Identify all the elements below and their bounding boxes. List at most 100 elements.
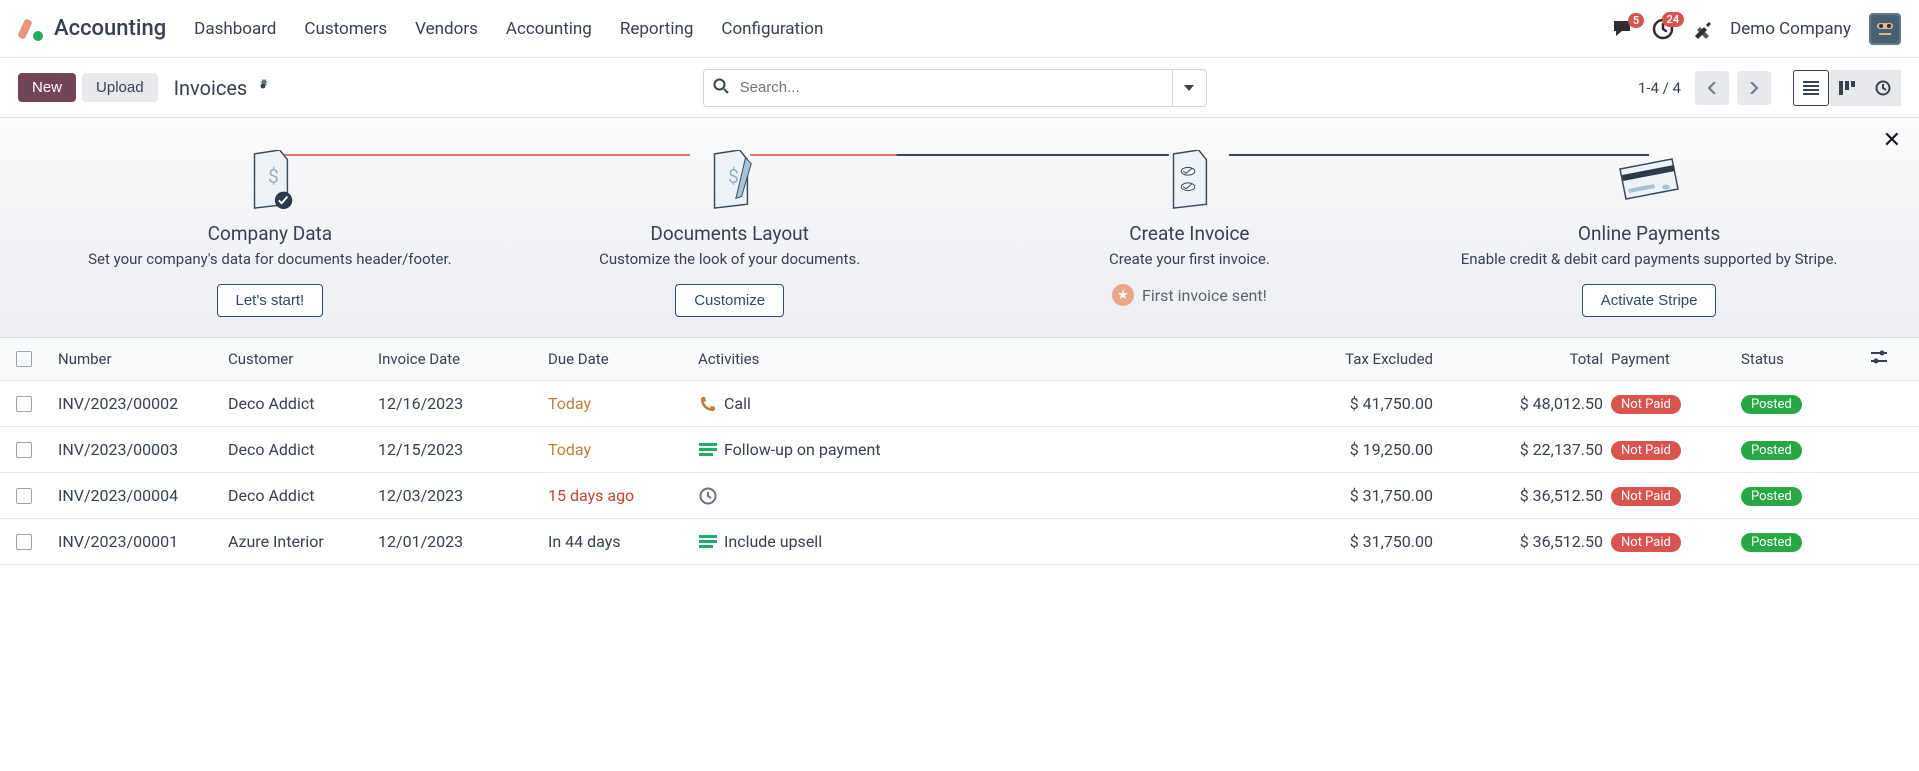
activities-icon[interactable]: 24 xyxy=(1652,18,1674,40)
user-avatar[interactable] xyxy=(1869,13,1901,45)
pager-prev[interactable] xyxy=(1695,71,1729,105)
cell-tax-excluded: $ 31,750.00 xyxy=(1271,486,1441,505)
onboard-desc: Create your first invoice. xyxy=(980,249,1400,270)
tools-icon[interactable] xyxy=(1692,19,1712,39)
col-status[interactable]: Status xyxy=(1741,350,1871,368)
nav-links: Dashboard Customers Vendors Accounting R… xyxy=(194,19,823,39)
payment-badge: Not Paid xyxy=(1611,441,1681,460)
table-row[interactable]: INV/2023/00002Deco Addict12/16/2023Today… xyxy=(0,381,1919,427)
col-tax-excluded[interactable]: Tax Excluded xyxy=(1271,350,1441,368)
cell-activities[interactable]: Call xyxy=(698,394,1271,413)
cell-number: INV/2023/00001 xyxy=(58,532,228,551)
view-kanban[interactable] xyxy=(1829,70,1865,106)
customize-button[interactable]: Customize xyxy=(675,284,784,317)
col-number[interactable]: Number xyxy=(58,350,228,368)
nav-reporting[interactable]: Reporting xyxy=(620,19,694,39)
lets-start-button[interactable]: Let's start! xyxy=(217,284,324,317)
cell-total: $ 22,137.50 xyxy=(1441,440,1611,459)
activities-badge: 24 xyxy=(1662,12,1685,27)
row-checkbox[interactable] xyxy=(16,442,32,458)
table-row[interactable]: INV/2023/00004Deco Addict12/03/202315 da… xyxy=(0,473,1919,519)
bars-green-icon xyxy=(698,443,718,457)
document-pencil-icon: $ xyxy=(520,142,940,218)
cell-total: $ 36,512.50 xyxy=(1441,486,1611,505)
onboard-step-create-invoice: Create Invoice Create your first invoice… xyxy=(960,142,1420,317)
toolbar: New Upload Invoices 1-4 / 4 xyxy=(0,58,1919,118)
status-badge: Posted xyxy=(1741,487,1802,506)
search-input[interactable] xyxy=(703,69,1173,107)
new-button[interactable]: New xyxy=(18,73,76,102)
table-row[interactable]: INV/2023/00001Azure Interior12/01/2023In… xyxy=(0,519,1919,565)
svg-text:$: $ xyxy=(268,165,279,188)
search-icon xyxy=(713,78,729,98)
row-checkbox[interactable] xyxy=(16,396,32,412)
cell-tax-excluded: $ 19,250.00 xyxy=(1271,440,1441,459)
cell-customer: Deco Addict xyxy=(228,486,378,505)
select-all-checkbox[interactable] xyxy=(16,351,32,367)
cell-activities[interactable]: Follow-up on payment xyxy=(698,440,1271,459)
row-checkbox[interactable] xyxy=(16,488,32,504)
nav-vendors[interactable]: Vendors xyxy=(415,19,478,39)
view-activity[interactable] xyxy=(1865,70,1901,106)
settings-gear-icon[interactable] xyxy=(255,78,271,98)
cell-number: INV/2023/00004 xyxy=(58,486,228,505)
view-switcher xyxy=(1793,70,1901,106)
cell-payment: Not Paid xyxy=(1611,485,1741,506)
cell-customer: Deco Addict xyxy=(228,440,378,459)
search-dropdown-toggle[interactable] xyxy=(1173,69,1207,107)
activity-text: Include upsell xyxy=(724,532,822,551)
pager-next[interactable] xyxy=(1737,71,1771,105)
company-name[interactable]: Demo Company xyxy=(1730,19,1851,39)
clock-icon xyxy=(698,487,718,505)
nav-right: 5 24 Demo Company xyxy=(1612,13,1901,45)
cell-due-date: Today xyxy=(548,440,698,459)
onboarding-banner: ✕ $ Company Data Set your company's data… xyxy=(0,118,1919,338)
cell-number: INV/2023/00003 xyxy=(58,440,228,459)
nav-configuration[interactable]: Configuration xyxy=(721,19,823,39)
col-customer[interactable]: Customer xyxy=(228,350,378,368)
app-name[interactable]: Accounting xyxy=(54,16,166,41)
pager-text[interactable]: 1-4 / 4 xyxy=(1638,79,1681,97)
adjust-columns-icon[interactable] xyxy=(1871,350,1911,368)
credit-card-icon xyxy=(1439,142,1859,218)
onboard-title: Online Payments xyxy=(1439,222,1859,245)
cell-payment: Not Paid xyxy=(1611,531,1741,552)
onboard-step-documents-layout: $ Documents Layout Customize the look of… xyxy=(500,142,960,317)
cell-status: Posted xyxy=(1741,439,1871,460)
cell-activities[interactable]: Include upsell xyxy=(698,532,1271,551)
onboard-desc: Set your company's data for documents he… xyxy=(60,249,480,270)
col-invoice-date[interactable]: Invoice Date xyxy=(378,350,548,368)
bars-green-icon xyxy=(698,535,718,549)
col-payment[interactable]: Payment xyxy=(1611,350,1741,368)
cell-total: $ 48,012.50 xyxy=(1441,394,1611,413)
svg-text:$: $ xyxy=(728,165,739,188)
view-list[interactable] xyxy=(1793,70,1829,106)
toolbar-right: 1-4 / 4 xyxy=(1638,70,1901,106)
cell-status: Posted xyxy=(1741,393,1871,414)
cell-status: Posted xyxy=(1741,531,1871,552)
row-checkbox[interactable] xyxy=(16,534,32,550)
nav-dashboard[interactable]: Dashboard xyxy=(194,19,276,39)
app-logo[interactable] xyxy=(18,16,44,42)
cell-invoice-date: 12/01/2023 xyxy=(378,532,548,551)
cell-number: INV/2023/00002 xyxy=(58,394,228,413)
col-activities[interactable]: Activities xyxy=(698,350,1271,368)
upload-button[interactable]: Upload xyxy=(82,73,158,102)
table-header: Number Customer Invoice Date Due Date Ac… xyxy=(0,338,1919,381)
col-due-date[interactable]: Due Date xyxy=(548,350,698,368)
cell-customer: Deco Addict xyxy=(228,394,378,413)
activate-stripe-button[interactable]: Activate Stripe xyxy=(1582,284,1717,317)
messages-icon[interactable]: 5 xyxy=(1612,19,1634,39)
nav-customers[interactable]: Customers xyxy=(304,19,387,39)
col-total[interactable]: Total xyxy=(1441,350,1611,368)
messages-badge: 5 xyxy=(1628,13,1644,28)
cell-activities[interactable] xyxy=(698,487,1271,505)
cell-total: $ 36,512.50 xyxy=(1441,532,1611,551)
nav-accounting[interactable]: Accounting xyxy=(506,19,592,39)
cell-customer: Azure Interior xyxy=(228,532,378,551)
breadcrumb-title: Invoices xyxy=(174,76,248,100)
table-row[interactable]: INV/2023/00003Deco Addict12/15/2023Today… xyxy=(0,427,1919,473)
onboard-step-online-payments: Online Payments Enable credit & debit ca… xyxy=(1419,142,1879,317)
search-box xyxy=(703,69,1207,107)
cell-due-date: In 44 days xyxy=(548,532,698,551)
